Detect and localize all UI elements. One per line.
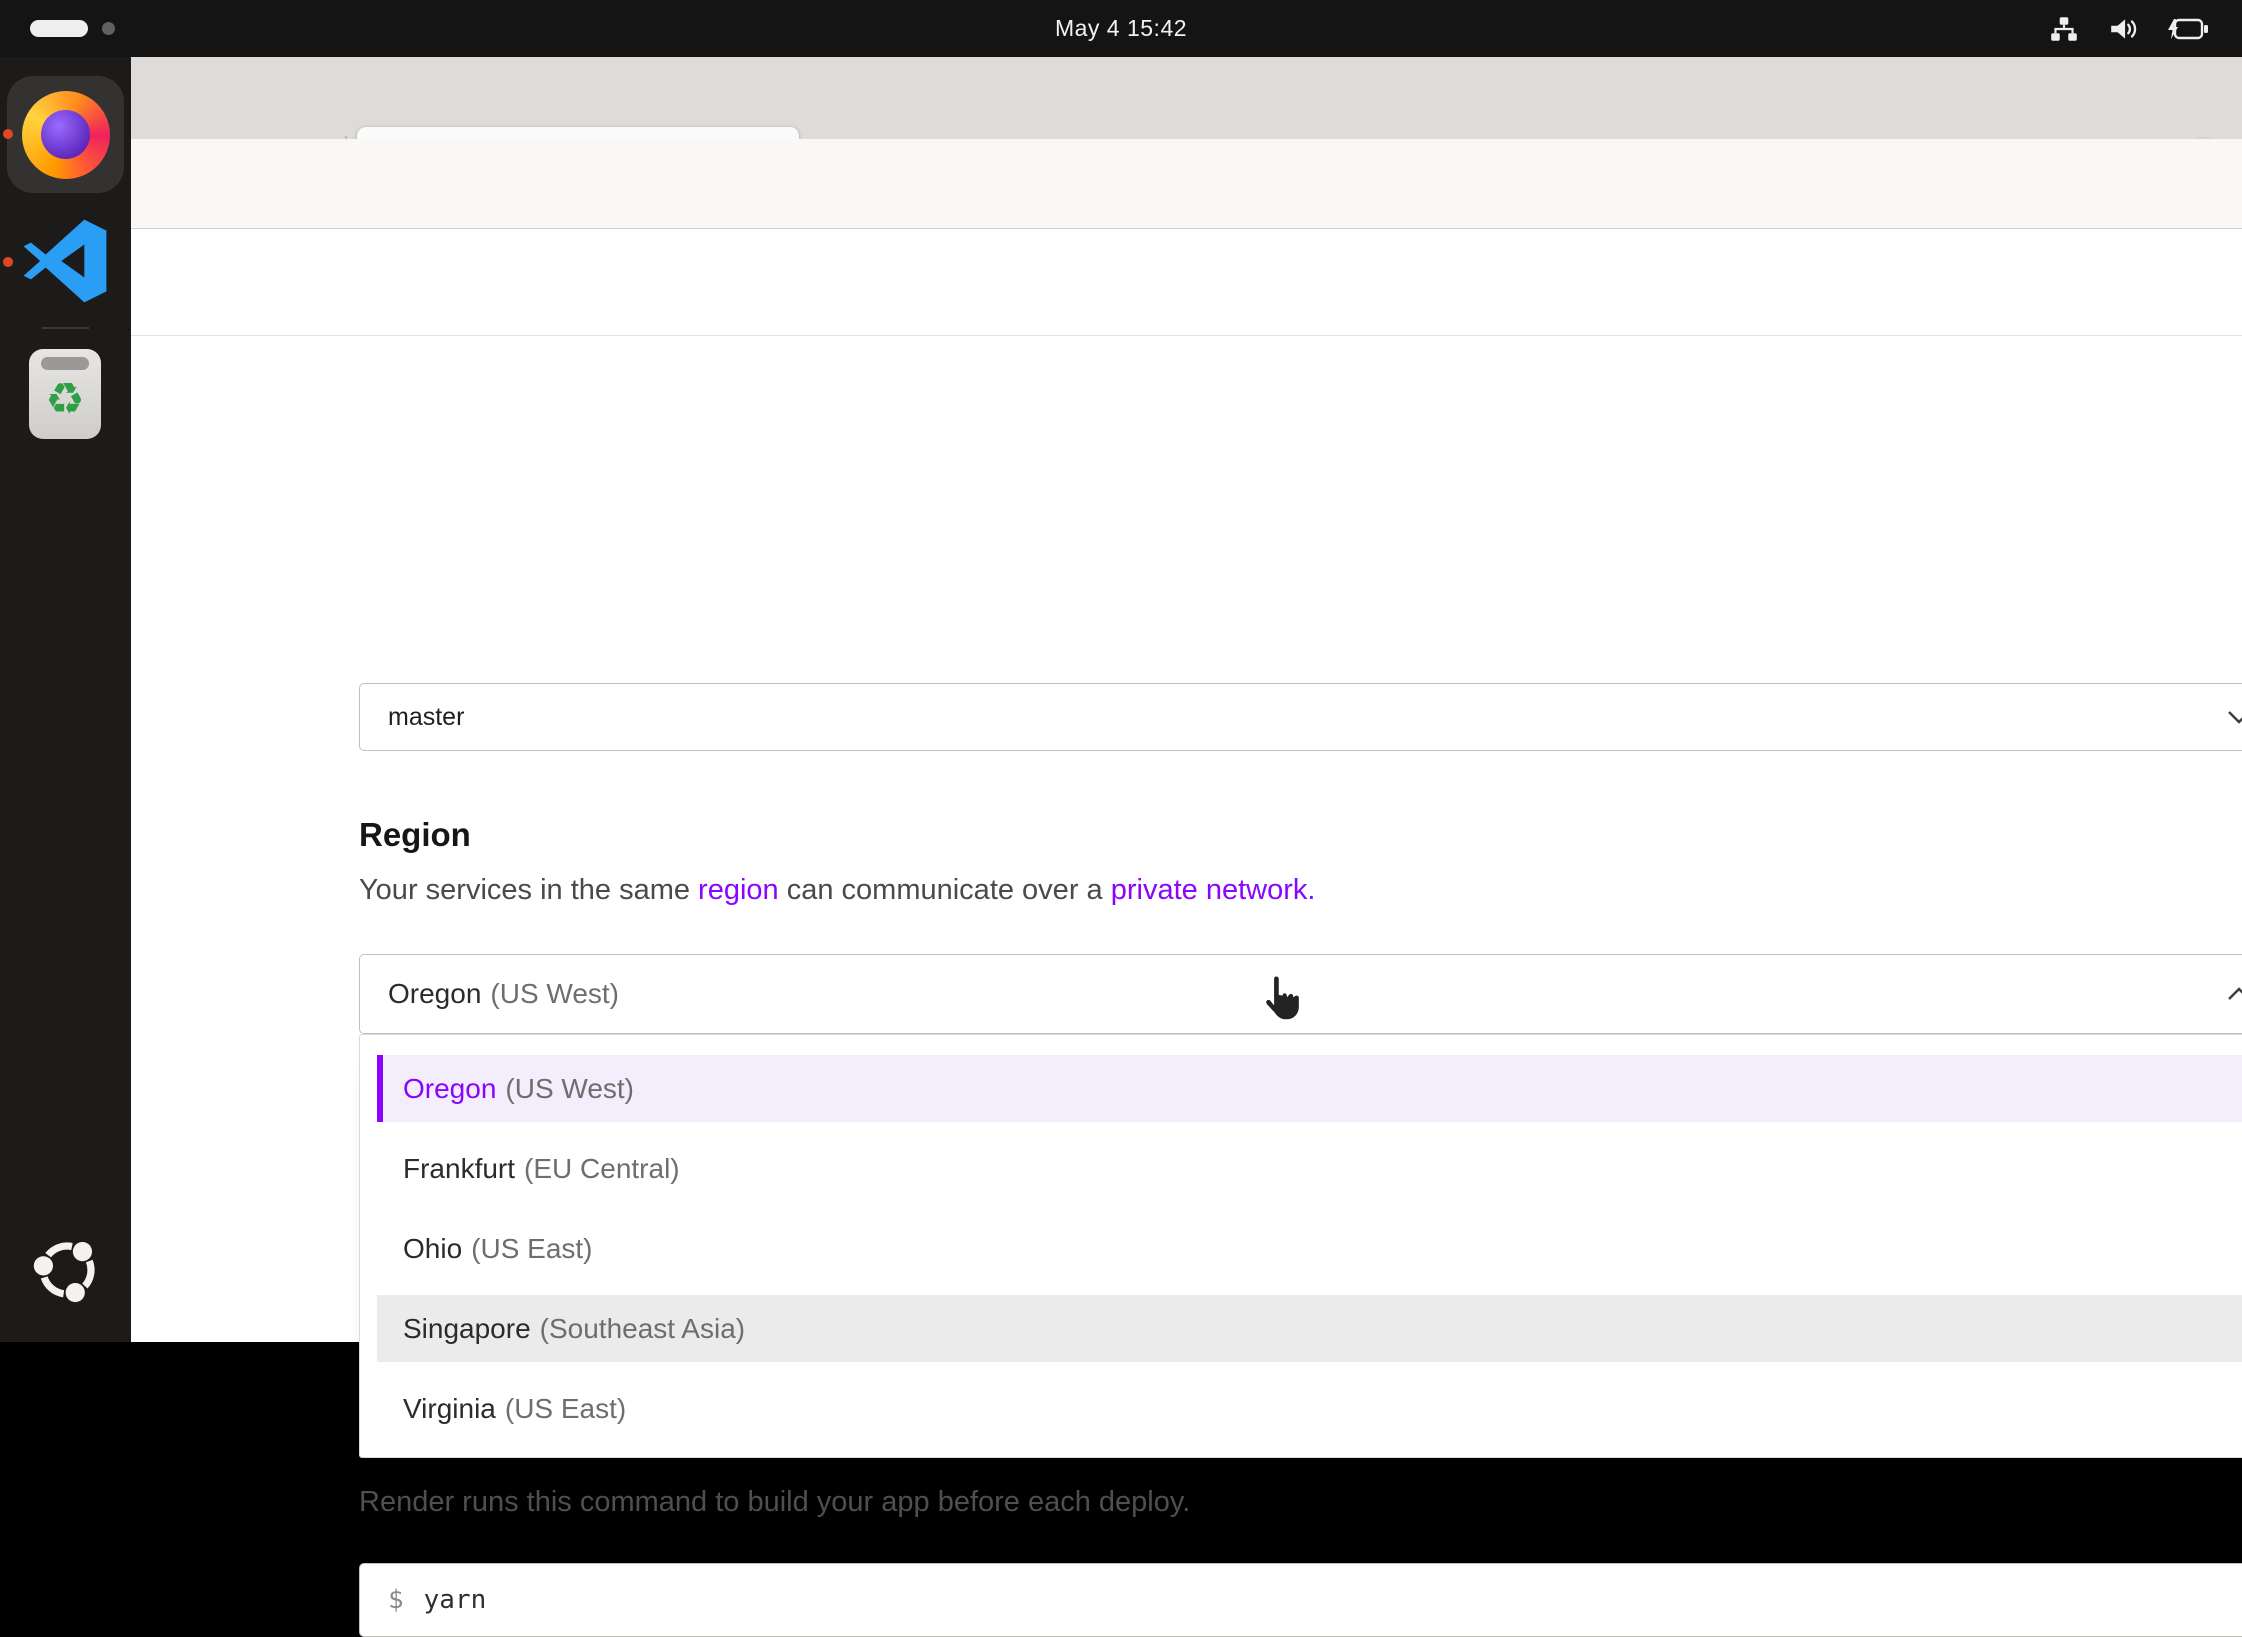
trash-lid: [41, 357, 89, 370]
network-icon: [2048, 15, 2080, 43]
command-prompt: $: [388, 1585, 404, 1615]
branch-select[interactable]: master: [359, 683, 2242, 751]
region-option-detail: (US East): [471, 1233, 592, 1265]
chevron-down-icon: [2227, 710, 2242, 724]
region-option-detail: (US West): [505, 1073, 634, 1105]
vscode-icon: [19, 215, 111, 307]
region-description-text: can communicate over a: [779, 874, 1111, 906]
region-option-name: Frankfurt: [403, 1153, 515, 1185]
chevron-up-icon: [2227, 987, 2242, 1001]
browser-toolbar: https://dashboard.render.com/web/new: [131, 139, 2242, 229]
system-status-area[interactable]: [2048, 0, 2208, 57]
page-content: master Region Your services in the same …: [131, 336, 2242, 1342]
region-description-link[interactable]: region: [698, 874, 779, 906]
recycle-icon: ♻︎: [45, 378, 84, 422]
region-option-name: Ohio: [403, 1233, 462, 1265]
dock-item-firefox[interactable]: [7, 76, 124, 193]
dock-item-trash[interactable]: ♻︎: [29, 349, 101, 439]
region-options-panel: Oregon (US West) Frankfurt (EU Central) …: [359, 1034, 2242, 1458]
region-selected-detail: (US West): [490, 978, 619, 1010]
region-description: Your services in the same region can com…: [359, 874, 1315, 907]
region-option-frankfurt[interactable]: Frankfurt (EU Central): [377, 1135, 2242, 1202]
system-clock[interactable]: May 4 15:42: [0, 0, 2242, 57]
system-top-bar: May 4 15:42: [0, 0, 2242, 57]
region-option-virginia[interactable]: Virginia (US East): [377, 1375, 2242, 1442]
dock: ♻︎: [0, 57, 131, 1342]
region-option-name: Virginia: [403, 1393, 496, 1425]
region-option-singapore[interactable]: Singapore (Southeast Asia): [377, 1295, 2242, 1362]
build-command-input[interactable]: $ yarn: [359, 1563, 2242, 1637]
region-option-ohio[interactable]: Ohio (US East): [377, 1215, 2242, 1282]
region-option-name: Oregon: [403, 1073, 496, 1105]
vscode-running-dot: [3, 257, 13, 267]
selected-bar: [377, 1055, 383, 1122]
command-value: yarn: [424, 1585, 487, 1615]
region-heading: Region: [359, 816, 471, 854]
firefox-icon: [22, 91, 110, 179]
build-command-hint: Render runs this command to build your a…: [359, 1486, 1190, 1519]
ubuntu-logo-icon: [27, 1230, 107, 1310]
region-selected-name: Oregon: [388, 978, 481, 1010]
browser-tab-bar: New Web Service • Rend ×: [131, 57, 2242, 139]
region-option-detail: (Southeast Asia): [540, 1313, 745, 1345]
cursor-pointer: [1256, 970, 1310, 1028]
battery-charging-icon: [2168, 16, 2208, 42]
region-description-text: Your services in the same: [359, 874, 698, 906]
dock-item-vscode[interactable]: [19, 215, 111, 307]
dock-separator: [42, 327, 89, 329]
region-description-link[interactable]: private network.: [1111, 874, 1316, 906]
branch-value: master: [388, 703, 464, 732]
firefox-running-dot: [3, 129, 13, 139]
region-option-name: Singapore: [403, 1313, 531, 1345]
dock-item-show-apps[interactable]: [27, 1230, 107, 1310]
volume-icon: [2108, 16, 2140, 42]
app-header: M My Workspace New Web Service Search ^ …: [131, 229, 2242, 336]
region-option-oregon[interactable]: Oregon (US West): [377, 1055, 2242, 1122]
region-option-detail: (US East): [505, 1393, 626, 1425]
screen: May 4 15:42: [0, 0, 2242, 1342]
region-option-detail: (EU Central): [524, 1153, 680, 1185]
